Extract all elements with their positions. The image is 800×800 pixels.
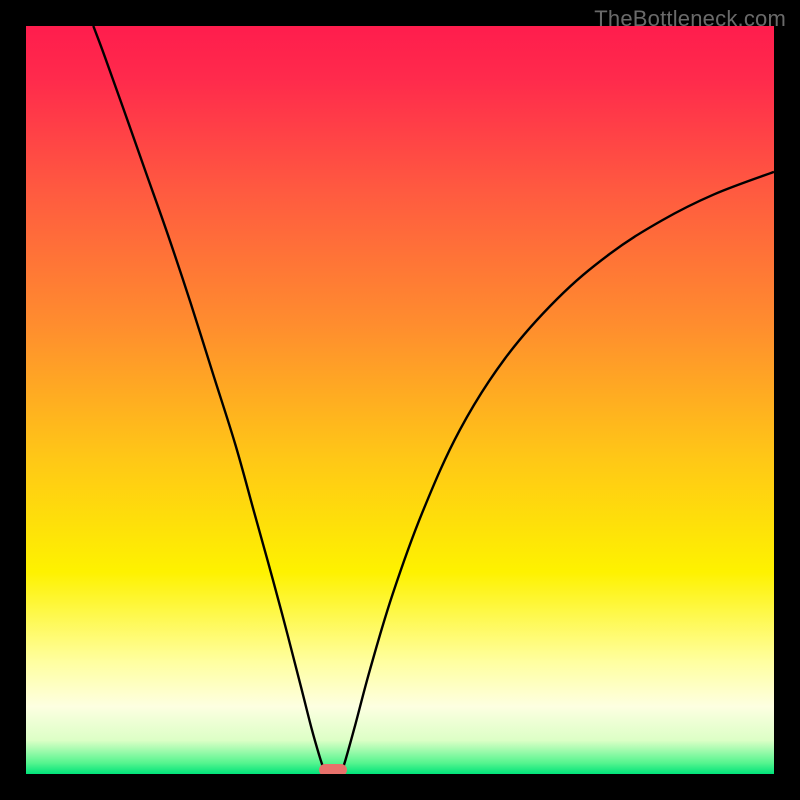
watermark-text: TheBottleneck.com bbox=[594, 6, 786, 32]
curve-layer bbox=[26, 26, 774, 774]
plot-area bbox=[26, 26, 774, 774]
left-curve bbox=[93, 26, 326, 774]
right-curve bbox=[340, 172, 774, 774]
bottleneck-marker bbox=[319, 764, 347, 774]
